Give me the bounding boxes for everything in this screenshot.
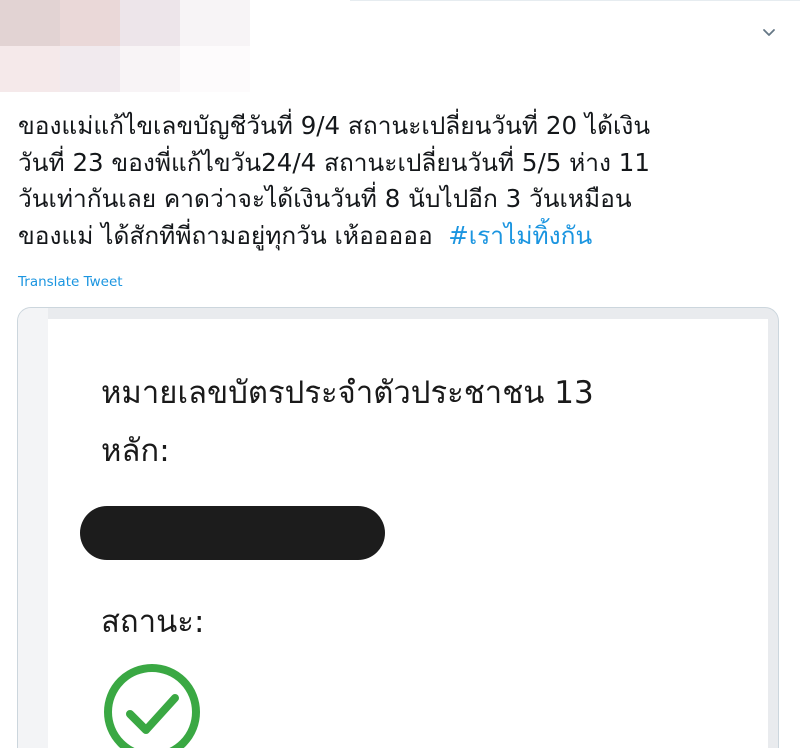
tweet-text-line-last: ของแม่ ได้สักทีพี่ถามอยู่ทุกวัน เห้อออออ… [18, 218, 788, 255]
tweet-text-segment: ของแม่ ได้สักทีพี่ถามอยู่ทุกวัน เห้อออออ [18, 220, 449, 250]
translate-tweet-link[interactable]: Translate Tweet [18, 274, 123, 290]
hashtag-link[interactable]: #เราไม่ทิ้งกัน [448, 221, 592, 250]
tweet-text: ของแม่แก้ไขเลขบัญชีวันที่ 9/4 สถานะเปลี่… [18, 108, 788, 254]
id-number-label: หมายเลขบัตรประจำตัวประชาชน 13 หลัก: [101, 364, 594, 480]
tweet-text-line: ของแม่แก้ไขเลขบัญชีวันที่ 9/4 สถานะเปลี่… [18, 111, 651, 140]
chevron-down-icon[interactable] [758, 22, 780, 44]
top-divider [350, 0, 800, 1]
avatar[interactable] [0, 0, 250, 92]
tweet-view: ของแม่แก้ไขเลขบัญชีวันที่ 9/4 สถานะเปลี่… [0, 0, 800, 748]
id-label-line: หลัก: [101, 433, 170, 469]
check-circle-icon [104, 664, 200, 748]
tweet-text-line: วันที่ 23 ของพี่แก้ไขวัน24/4 สถานะเปลี่ย… [18, 147, 650, 177]
redaction-bar [80, 506, 385, 560]
card-left-strip [18, 308, 48, 748]
status-label: สถานะ: [101, 604, 205, 640]
id-label-line: หมายเลขบัตรประจำตัวประชาชน 13 [101, 375, 594, 411]
tweet-text-line: วันเท่ากันเลย คาดว่าจะได้เงินวันที่ 8 นั… [18, 184, 632, 213]
